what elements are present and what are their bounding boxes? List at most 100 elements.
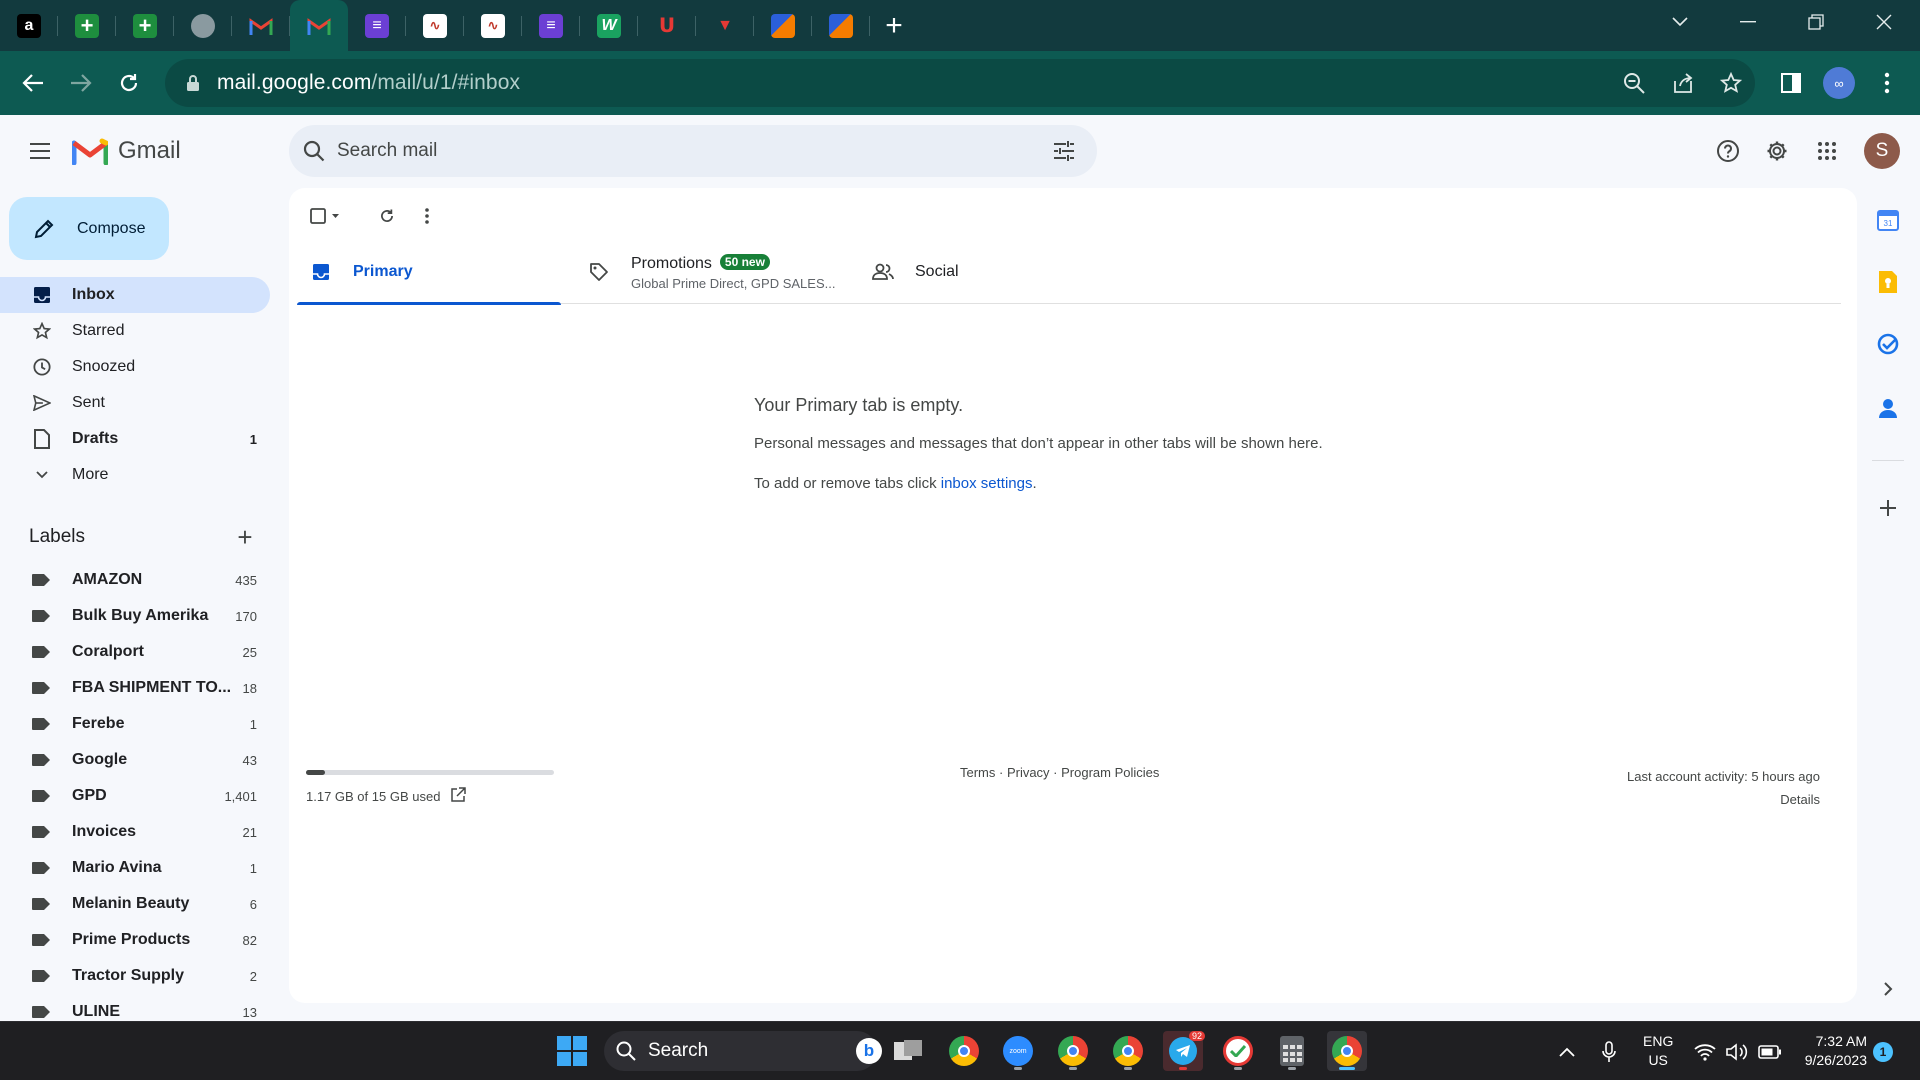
clock-time: 7:32 AM: [1815, 1033, 1867, 1049]
bing-icon[interactable]: b: [856, 1038, 882, 1064]
task-view-button[interactable]: [888, 1031, 928, 1071]
tab-red-logo[interactable]: ᑌ: [638, 0, 696, 51]
microphone-icon[interactable]: [1602, 1022, 1616, 1080]
tab-social[interactable]: Social: [871, 240, 1111, 304]
add-label-button[interactable]: +: [231, 522, 259, 553]
tab-amazon[interactable]: a: [0, 0, 58, 51]
refresh-button[interactable]: [367, 198, 407, 234]
open-external-icon[interactable]: [450, 787, 467, 806]
search-options-icon[interactable]: [1053, 141, 1075, 161]
label-item[interactable]: Coralport 25: [0, 634, 270, 670]
new-tab-button[interactable]: +: [870, 0, 918, 51]
forward-button[interactable]: [57, 59, 105, 107]
tab-gmail[interactable]: [232, 0, 290, 51]
tasks-side-icon[interactable]: [1874, 330, 1902, 358]
search-icon[interactable]: [303, 140, 325, 162]
browser-menu-button[interactable]: [1863, 59, 1911, 107]
tab-search-button[interactable]: [1650, 0, 1710, 44]
system-tray-status[interactable]: [1694, 1022, 1782, 1080]
taskbar-zoom[interactable]: zoom: [998, 1031, 1038, 1071]
show-side-panel-button[interactable]: [1874, 975, 1902, 1003]
label-item[interactable]: AMAZON 435: [0, 562, 270, 598]
back-button[interactable]: [9, 59, 57, 107]
select-all-checkbox[interactable]: [303, 198, 347, 234]
keep-side-icon[interactable]: [1874, 268, 1902, 296]
sidebar-item-more[interactable]: More: [0, 457, 270, 493]
lock-icon[interactable]: [179, 74, 207, 92]
sidebar-item-drafts[interactable]: Drafts 1: [0, 421, 270, 457]
label-item[interactable]: Mario Avina 1: [0, 850, 270, 886]
tab-gmail-active[interactable]: [290, 0, 348, 51]
footer-links[interactable]: Terms · Privacy · Program Policies: [960, 765, 1159, 780]
tab-red-banner[interactable]: ▼: [696, 0, 754, 51]
sidebar-item-starred[interactable]: Starred: [0, 313, 270, 349]
input-language[interactable]: ENG US: [1643, 1032, 1673, 1070]
details-link[interactable]: Details: [1627, 788, 1820, 811]
tab-stripes-app[interactable]: [754, 0, 812, 51]
storage-used-text: 1.17 GB of 15 GB used: [306, 789, 441, 804]
label-item[interactable]: Ferebe 1: [0, 706, 270, 742]
label-name: Ferebe: [72, 715, 125, 732]
more-options-button[interactable]: [407, 198, 447, 234]
label-item[interactable]: FBA SHIPMENT TO... 18: [0, 670, 270, 706]
get-addons-button[interactable]: [1874, 494, 1902, 522]
taskbar-search[interactable]: Search b: [604, 1031, 882, 1071]
zoom-icon[interactable]: [1622, 71, 1646, 95]
tab-google-sheets[interactable]: +: [58, 0, 116, 51]
settings-button[interactable]: [1758, 132, 1796, 170]
address-bar[interactable]: mail.google.com/mail/u/1/#inbox: [165, 59, 1755, 107]
restore-button[interactable]: [1786, 0, 1846, 44]
share-icon[interactable]: [1671, 71, 1695, 95]
taskbar-chrome-active[interactable]: [1327, 1031, 1367, 1071]
minimize-button[interactable]: [1718, 0, 1778, 44]
compose-button[interactable]: Compose: [9, 197, 169, 260]
show-hidden-icons-button[interactable]: [1559, 1022, 1575, 1080]
label-item[interactable]: GPD 1,401: [0, 778, 270, 814]
profile-button[interactable]: ∞: [1815, 59, 1863, 107]
taskbar-check-app[interactable]: [1218, 1031, 1258, 1071]
sidebar-item-snoozed[interactable]: Snoozed: [0, 349, 270, 385]
start-button[interactable]: [552, 1031, 592, 1071]
tab-chart-app-2[interactable]: ∿: [464, 0, 522, 51]
account-avatar[interactable]: S: [1864, 133, 1900, 169]
label-item[interactable]: ULINE 13: [0, 994, 270, 1022]
tab-list-app[interactable]: ≡: [348, 0, 406, 51]
tab-google-sheets-2[interactable]: +: [116, 0, 174, 51]
tab-primary[interactable]: Primary: [297, 240, 561, 305]
tab-w-app[interactable]: W: [580, 0, 638, 51]
tab-promotions[interactable]: Promotions 50 new Global Prime Direct, GP…: [587, 240, 847, 304]
contacts-side-icon[interactable]: [1874, 394, 1902, 422]
taskbar-calculator[interactable]: [1272, 1031, 1312, 1071]
label-item[interactable]: Tractor Supply 2: [0, 958, 270, 994]
chart-app-icon: ∿: [481, 13, 505, 38]
search-bar[interactable]: [289, 125, 1097, 177]
main-menu-button[interactable]: [20, 131, 60, 171]
taskbar-chrome-profile[interactable]: [1053, 1031, 1093, 1071]
calendar-side-icon[interactable]: 31: [1874, 206, 1902, 234]
label-tag-icon: [30, 790, 52, 802]
reload-button[interactable]: [105, 59, 153, 107]
search-input[interactable]: [337, 140, 997, 162]
label-item[interactable]: Google 43: [0, 742, 270, 778]
help-button[interactable]: [1709, 132, 1747, 170]
tab-chart-app[interactable]: ∿: [406, 0, 464, 51]
label-item[interactable]: Prime Products 82: [0, 922, 270, 958]
label-item[interactable]: Melanin Beauty 6: [0, 886, 270, 922]
side-panel-button[interactable]: [1767, 59, 1815, 107]
taskbar-chrome-profile-d[interactable]: [1108, 1031, 1148, 1071]
sidebar-item-sent[interactable]: Sent: [0, 385, 270, 421]
tab-stripes-app-2[interactable]: [812, 0, 870, 51]
google-apps-button[interactable]: [1808, 132, 1846, 170]
taskbar-clock[interactable]: 7:32 AM 9/26/2023: [1795, 1032, 1867, 1070]
close-window-button[interactable]: [1854, 0, 1914, 44]
bookmark-star-icon[interactable]: [1719, 71, 1743, 95]
label-item[interactable]: Bulk Buy Amerika 170: [0, 598, 270, 634]
tab-globe[interactable]: [174, 0, 232, 51]
label-item[interactable]: Invoices 21: [0, 814, 270, 850]
tab-list-app-2[interactable]: ≡: [522, 0, 580, 51]
inbox-settings-link[interactable]: inbox settings: [941, 475, 1033, 492]
taskbar-chrome[interactable]: [944, 1031, 984, 1071]
notification-badge[interactable]: 1: [1873, 1042, 1893, 1062]
taskbar-telegram[interactable]: 92: [1163, 1031, 1205, 1071]
sidebar-item-inbox[interactable]: Inbox: [0, 277, 270, 313]
